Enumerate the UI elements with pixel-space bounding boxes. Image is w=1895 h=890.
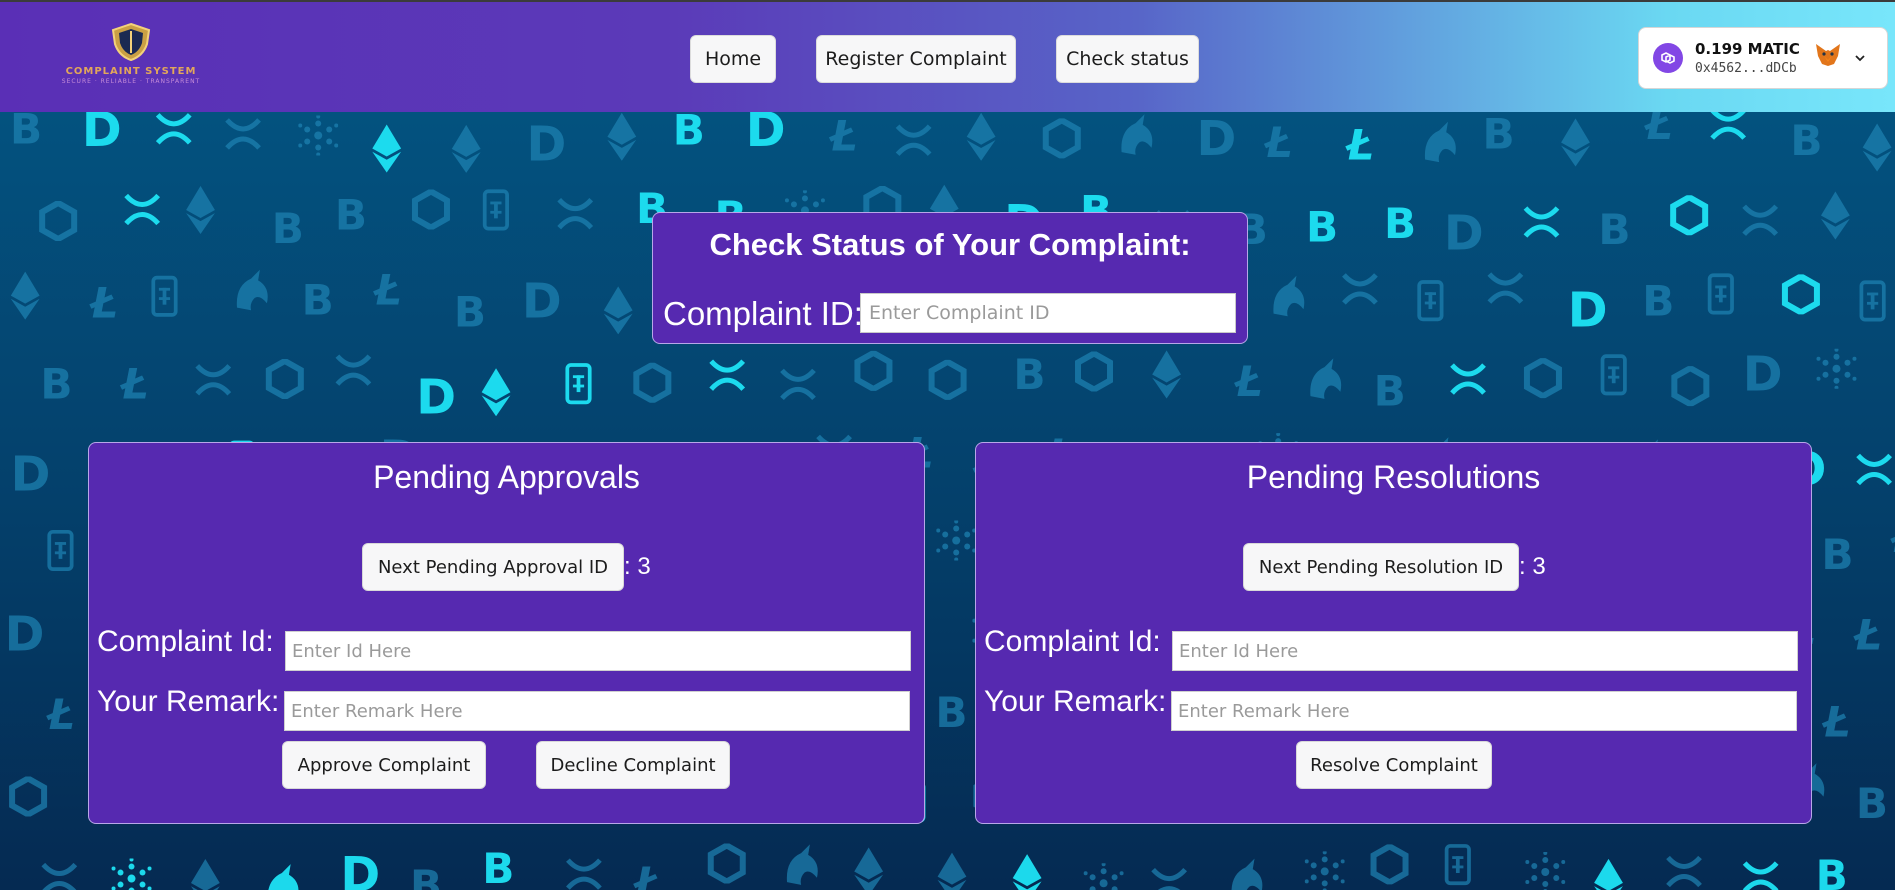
wallet-address: 0x4562...dDCb (1695, 61, 1797, 76)
logo-text: COMPLAINT SYSTEM (65, 66, 197, 77)
bitcoin-icon (1855, 779, 1889, 824)
dogecoin-icon (1443, 207, 1484, 256)
dogecoin-icon (81, 112, 122, 152)
bitcoin-icon (1384, 199, 1417, 244)
approval-complaint-id-label: Complaint Id: (97, 625, 274, 658)
litecoin-icon (1643, 112, 1673, 145)
pending-approvals-title: Pending Approvals (373, 459, 640, 495)
dogecoin-icon (1567, 284, 1607, 333)
resolution-remark-input[interactable] (1171, 691, 1797, 731)
litecoin-icon (1233, 359, 1263, 402)
dogecoin-icon (1742, 348, 1782, 397)
litecoin-icon (1345, 122, 1375, 165)
wallet-info: 0.199 MATIC 0x4562...dDCb (1695, 40, 1800, 76)
resolution-complaint-id-input[interactable] (1172, 631, 1798, 671)
litecoin-icon (1263, 119, 1293, 162)
bitcoin-icon (271, 204, 304, 249)
litecoin-icon (46, 692, 75, 735)
metamask-fox-icon (1814, 42, 1842, 74)
pending-resolutions-title: Pending Resolutions (1246, 459, 1541, 495)
bitcoin-icon (453, 287, 487, 332)
bitcoin-icon (482, 844, 515, 889)
check-status-panel: Check Status of Your Complaint: Complain… (652, 212, 1248, 344)
logo-subtext: SECURE · RELIABLE · TRANSPARENT (61, 78, 201, 85)
check-status-title: Check Status of Your Complaint: (709, 227, 1191, 262)
bitcoin-icon (1790, 116, 1823, 161)
bitcoin-icon (935, 688, 968, 733)
nav-home-button[interactable]: Home (690, 35, 776, 83)
bitcoin-icon (1821, 530, 1854, 575)
nav-check-status-button[interactable]: Check status (1056, 35, 1199, 83)
resolve-complaint-button[interactable]: Resolve Complaint (1296, 741, 1492, 789)
bitcoin-icon (1598, 205, 1631, 250)
wallet-connect-button[interactable]: 0.199 MATIC 0x4562...dDCb (1638, 27, 1888, 89)
litecoin-icon (1890, 514, 1895, 557)
bitcoin-icon (1373, 366, 1406, 411)
bitcoin-icon (40, 359, 73, 404)
bitcoin-icon (1642, 276, 1675, 321)
next-pending-resolution-button[interactable]: Next Pending Resolution ID (1243, 543, 1519, 591)
nav-register-complaint-button[interactable]: Register Complaint (816, 35, 1016, 83)
next-pending-approval-button[interactable]: Next Pending Approval ID (362, 543, 624, 591)
dogecoin-icon (526, 118, 566, 167)
litecoin-icon (89, 280, 119, 323)
bitcoin-icon (1013, 350, 1046, 395)
resolution-remark-label: Your Remark: (984, 685, 1167, 718)
dogecoin-icon (10, 448, 50, 497)
approve-complaint-button[interactable]: Approve Complaint (282, 741, 486, 789)
decline-complaint-button[interactable]: Decline Complaint (536, 741, 730, 789)
resolution-complaint-id-label: Complaint Id: (984, 625, 1161, 658)
pending-approval-count: : 3 (624, 553, 651, 580)
dogecoin-icon (416, 371, 456, 420)
pending-approvals-panel: Pending Approvals Next Pending Approval … (88, 442, 925, 824)
dogecoin-icon (1196, 112, 1236, 161)
litecoin-icon (828, 113, 858, 156)
bitcoin-icon (334, 190, 368, 235)
bitcoin-icon (1305, 202, 1339, 247)
bitcoin-icon (1815, 851, 1848, 890)
bitcoin-icon (410, 861, 443, 890)
bitcoin-icon (672, 112, 705, 150)
shield-logo-icon (111, 22, 151, 62)
top-navbar: COMPLAINT SYSTEM SECURE · RELIABLE · TRA… (0, 0, 1895, 112)
approval-complaint-id-input[interactable] (285, 631, 911, 671)
pending-resolutions-panel: Pending Resolutions Next Pending Resolut… (975, 442, 1812, 824)
dogecoin-icon (745, 112, 785, 152)
bitcoin-icon (301, 275, 334, 320)
dogecoin-icon (4, 608, 44, 657)
polygon-icon (1653, 43, 1683, 73)
litecoin-icon (119, 361, 149, 404)
litecoin-icon (633, 860, 662, 890)
complaint-id-search-input[interactable] (860, 293, 1236, 333)
logo[interactable]: COMPLAINT SYSTEM SECURE · RELIABLE · TRA… (62, 22, 199, 92)
bitcoin-icon (1482, 112, 1515, 154)
approval-remark-label: Your Remark: (97, 685, 280, 718)
complaint-id-label: Complaint ID: (663, 295, 863, 332)
litecoin-icon (1821, 699, 1851, 742)
wallet-balance: 0.199 MATIC (1695, 40, 1800, 58)
litecoin-icon (1853, 612, 1882, 655)
approval-remark-input[interactable] (284, 691, 910, 731)
litecoin-icon (372, 267, 402, 310)
chevron-down-icon (1855, 55, 1865, 62)
bitcoin-icon (10, 112, 43, 149)
pending-resolution-count: : 3 (1519, 553, 1546, 580)
dogecoin-icon (521, 275, 562, 324)
dogecoin-icon (340, 848, 380, 890)
